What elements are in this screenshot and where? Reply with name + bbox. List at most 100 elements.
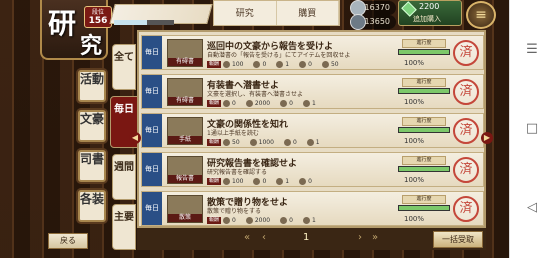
- system-nav-bar: ☰ □ ◁: [509, 0, 553, 258]
- task-type-badge: 毎日: [142, 114, 162, 147]
- reward-icon: [306, 139, 314, 146]
- task-rewards: 報酬 0 2000 0 1: [207, 99, 316, 108]
- buy-more-label: 追加購入: [413, 15, 441, 23]
- reward-icon: [245, 100, 253, 107]
- pager-prev-icon[interactable]: ‹: [262, 232, 266, 243]
- reward-item: 0: [299, 60, 312, 69]
- task-description: 研究報告書を確認する: [207, 169, 268, 176]
- progress-percent: 100%: [404, 59, 425, 67]
- reward-tag: 報酬: [207, 100, 222, 107]
- reward-item: 1000: [249, 138, 274, 147]
- task-row[interactable]: 毎日 手紙 文豪の関係性を知れ 1通以上手紙を読む 報酬 50 1000 0 1 進行度 100% 済: [141, 113, 484, 148]
- reward-item: 報酬 50: [207, 138, 240, 147]
- side-menu-equipment[interactable]: 各装: [78, 190, 106, 222]
- task-description: 散策で贈り物をする: [207, 208, 262, 215]
- back-button[interactable]: 戻る: [48, 233, 88, 249]
- gem-count: 2200: [419, 2, 440, 11]
- reward-value: 1: [311, 100, 316, 107]
- task-thumbnail-label: 報告書: [168, 175, 202, 183]
- task-type-badge: 毎日: [142, 192, 162, 225]
- pager-current-page[interactable]: 1: [303, 232, 309, 243]
- task-thumbnail: 手紙: [167, 117, 203, 145]
- reward-item: 0: [253, 177, 266, 186]
- reward-value: 50: [330, 61, 339, 68]
- completed-stamp-icon[interactable]: 済: [453, 79, 479, 105]
- task-thumbnail: 散策: [167, 195, 203, 223]
- menu-button[interactable]: ≡: [466, 1, 496, 29]
- pager-first-icon[interactable]: «: [244, 232, 250, 243]
- reward-tag: 報酬: [207, 61, 222, 68]
- pager-next-icon[interactable]: ›: [358, 232, 362, 243]
- reward-value: 2000: [254, 217, 271, 224]
- reward-value: 50: [232, 139, 240, 146]
- task-list-panel: 毎日 有碍書 巡回中の文豪から報告を受けよ 自動潜書の「報告を受ける」にてアイテムを回…: [137, 30, 486, 228]
- category-tab-weekly[interactable]: 週間: [112, 154, 136, 200]
- reward-item: 報酬 100: [207, 177, 243, 186]
- tab-research[interactable]: 研究: [214, 1, 277, 25]
- progress-fill: [399, 128, 449, 132]
- category-tab-all[interactable]: 全て: [112, 44, 136, 90]
- progress-fill: [399, 50, 449, 54]
- task-row[interactable]: 毎日 散策 散策で贈り物をせよ 散策で贈り物をする 報酬 0 2000 0 1 進行度 100% 済: [141, 191, 484, 226]
- progress-bar: [398, 49, 450, 55]
- task-thumbnail-label: 手紙: [168, 136, 202, 144]
- reward-item: 0: [253, 60, 266, 69]
- reward-item: 1: [276, 177, 289, 186]
- side-menu-writers[interactable]: 文豪: [78, 110, 106, 142]
- pager-last-icon[interactable]: »: [372, 232, 378, 243]
- reward-item: 1: [302, 99, 316, 108]
- completed-stamp-icon[interactable]: 済: [453, 157, 479, 183]
- task-row[interactable]: 毎日 有碍書 巡回中の文豪から報告を受けよ 自動潜書の「報告を受ける」にてアイテムを回…: [141, 35, 484, 70]
- ink-counter: 13650: [350, 14, 396, 30]
- claim-all-button[interactable]: 一括受取: [433, 231, 483, 248]
- task-rewards: 報酬 100 0 1 0 50: [207, 60, 339, 69]
- reward-icon: [223, 178, 231, 185]
- task-description: 1通以上手紙を読む: [207, 130, 259, 137]
- tab-purchase[interactable]: 購買: [277, 1, 339, 25]
- task-row[interactable]: 毎日 報告書 研究報告書を確認せよ 研究報告書を確認する 報酬 100 0 1 0 進行度 100%…: [141, 152, 484, 187]
- side-menu-librarian-label: 司書: [80, 152, 105, 166]
- reward-value: 1000: [258, 139, 274, 146]
- reward-value: 0: [308, 178, 312, 185]
- completed-stamp-icon[interactable]: 済: [453, 196, 479, 222]
- reward-value: 0: [289, 217, 293, 224]
- task-thumbnail-label: 散策: [168, 214, 202, 222]
- task-thumbnail: 有碍書: [167, 39, 203, 67]
- reward-item: 0: [283, 138, 297, 147]
- reward-icon: [253, 61, 261, 68]
- recent-apps-icon[interactable]: ☰: [524, 42, 540, 58]
- reward-icon: [276, 178, 284, 185]
- reward-icon: [280, 217, 288, 224]
- menu-icon: ≡: [475, 7, 487, 23]
- reward-item: 0: [280, 99, 293, 108]
- completed-stamp-icon[interactable]: 済: [453, 40, 479, 66]
- task-row[interactable]: 毎日 有碍書 有装書へ潜書せよ 文豪を選択し、有装書へ潜書させよ 報酬 0 2000 0 1 進行…: [141, 74, 484, 109]
- reward-item: 2000: [245, 99, 271, 108]
- reward-value: 1: [285, 178, 290, 185]
- progress-fill: [399, 167, 449, 171]
- back-nav-icon[interactable]: ◁: [524, 200, 540, 216]
- task-description: 文豪を選択し、有装書へ潜書させよ: [207, 91, 304, 98]
- side-menu-events[interactable]: 活動: [78, 70, 106, 102]
- progress-fill: [399, 89, 449, 93]
- completed-stamp-icon[interactable]: 済: [453, 118, 479, 144]
- progress-label: 進行度: [402, 195, 446, 204]
- progress-label: 進行度: [402, 78, 446, 87]
- home-icon[interactable]: □: [524, 121, 540, 137]
- gem-purchase-button[interactable]: 2200 追加購入: [398, 0, 462, 26]
- side-menu-librarian[interactable]: 司書: [78, 150, 106, 182]
- scroll-right-arrow-icon[interactable]: ▶: [481, 132, 493, 144]
- reward-value: 100: [232, 61, 244, 68]
- top-tabs: 研究 購買: [213, 0, 340, 26]
- reward-value: 0: [308, 61, 312, 68]
- exp-bar: [114, 20, 174, 25]
- reward-value: 2000: [254, 100, 271, 107]
- progress-percent: 100%: [404, 98, 425, 106]
- silver-coin-counter: 116370: [350, 0, 396, 16]
- scroll-left-arrow-icon[interactable]: ◀: [129, 132, 141, 144]
- category-tab-main[interactable]: 主要: [112, 204, 136, 250]
- reward-value: 0: [289, 100, 293, 107]
- task-rewards: 報酬 0 2000 0 1: [207, 216, 316, 225]
- reward-item: 1: [276, 60, 289, 69]
- reward-icon: [276, 61, 284, 68]
